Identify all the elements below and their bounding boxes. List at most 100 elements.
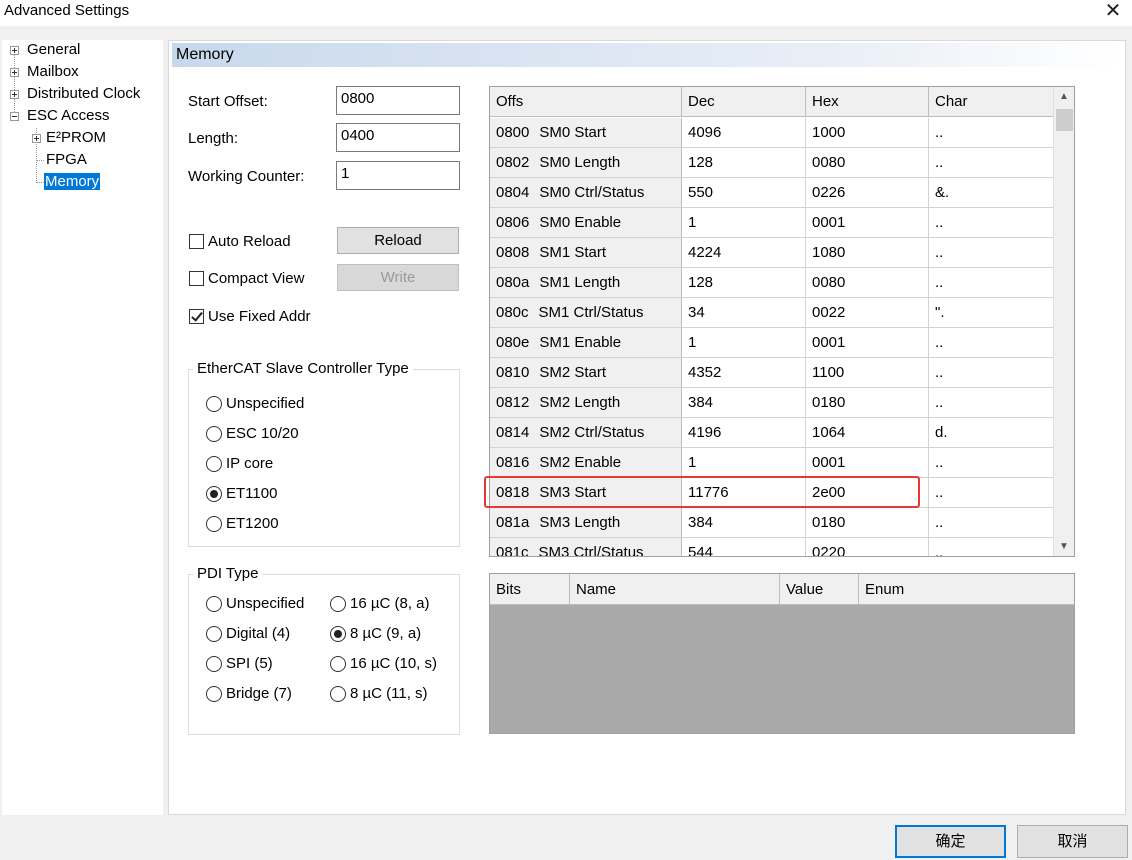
cell-char[interactable]: ". bbox=[929, 298, 1054, 328]
radio-label[interactable]: Unspecified bbox=[226, 395, 304, 412]
radio-pdi-spi[interactable] bbox=[206, 656, 222, 672]
cell-offs[interactable]: 0800 SM0 Start bbox=[490, 118, 682, 148]
close-icon[interactable]: ✕ bbox=[1102, 0, 1124, 22]
cell-char[interactable]: .. bbox=[929, 268, 1054, 298]
collapse-icon[interactable] bbox=[10, 112, 19, 121]
cell-dec[interactable]: 384 bbox=[682, 508, 806, 538]
tree-item-eeprom[interactable]: E²PROM bbox=[46, 128, 106, 148]
cell-dec[interactable]: 384 bbox=[682, 388, 806, 418]
radio-label[interactable]: IP core bbox=[226, 455, 273, 472]
cell-char[interactable]: &. bbox=[929, 178, 1054, 208]
cell-char[interactable]: .. bbox=[929, 238, 1054, 268]
cell-hex[interactable]: 1080 bbox=[806, 238, 929, 268]
cell-dec[interactable]: 550 bbox=[682, 178, 806, 208]
cell-dec[interactable]: 4096 bbox=[682, 118, 806, 148]
scroll-thumb[interactable] bbox=[1056, 109, 1073, 131]
cell-char[interactable]: .. bbox=[929, 148, 1054, 178]
cell-dec[interactable]: 1 bbox=[682, 448, 806, 478]
ok-button[interactable]: 确定 bbox=[895, 825, 1006, 858]
start-offset-input[interactable]: 0800 bbox=[336, 86, 460, 115]
tree-item-esc-access[interactable]: ESC Access bbox=[27, 106, 110, 126]
cell-offs[interactable]: 081c SM3 Ctrl/Status bbox=[490, 538, 682, 556]
radio-label[interactable]: Digital (4) bbox=[226, 625, 290, 642]
cell-hex[interactable]: 0226 bbox=[806, 178, 929, 208]
cell-char[interactable]: .. bbox=[929, 508, 1054, 538]
tree-item-fpga[interactable]: FPGA bbox=[46, 150, 87, 170]
cell-offs[interactable]: 0816 SM2 Enable bbox=[490, 448, 682, 478]
cell-offs[interactable]: 080a SM1 Length bbox=[490, 268, 682, 298]
radio-esc-unspecified[interactable] bbox=[206, 396, 222, 412]
cell-offs[interactable]: 0802 SM0 Length bbox=[490, 148, 682, 178]
cell-dec[interactable]: 4352 bbox=[682, 358, 806, 388]
write-button[interactable]: Write bbox=[337, 264, 459, 291]
cell-hex[interactable]: 0180 bbox=[806, 508, 929, 538]
cell-offs[interactable]: 080c SM1 Ctrl/Status bbox=[490, 298, 682, 328]
expand-icon[interactable] bbox=[10, 68, 19, 77]
tree-item-memory[interactable]: Memory bbox=[44, 172, 101, 192]
cell-hex[interactable]: 0001 bbox=[806, 208, 929, 238]
cell-hex[interactable]: 1000 bbox=[806, 118, 929, 148]
use-fixed-addr-label[interactable]: Use Fixed Addr bbox=[208, 308, 311, 325]
cell-offs[interactable]: 0804 SM0 Ctrl/Status bbox=[490, 178, 682, 208]
auto-reload-label[interactable]: Auto Reload bbox=[208, 233, 291, 250]
cell-hex[interactable]: 0080 bbox=[806, 148, 929, 178]
radio-label[interactable]: 8 µC (11, s) bbox=[350, 685, 428, 702]
radio-et1100[interactable] bbox=[206, 486, 222, 502]
cell-hex[interactable]: 0180 bbox=[806, 388, 929, 418]
column-header-dec[interactable]: Dec bbox=[682, 87, 806, 117]
tree-item-general[interactable]: General bbox=[27, 40, 80, 60]
use-fixed-addr-checkbox[interactable] bbox=[189, 309, 204, 324]
cell-offs[interactable]: 081a SM3 Length bbox=[490, 508, 682, 538]
tree-item-distributed-clock[interactable]: Distributed Clock bbox=[27, 84, 140, 104]
working-counter-field[interactable]: 1 bbox=[336, 161, 460, 190]
radio-esc-10-20[interactable] bbox=[206, 426, 222, 442]
radio-label[interactable]: 16 µC (8, a) bbox=[350, 595, 430, 612]
compact-view-label[interactable]: Compact View bbox=[208, 270, 304, 287]
cell-dec[interactable]: 4196 bbox=[682, 418, 806, 448]
radio-label[interactable]: SPI (5) bbox=[226, 655, 273, 672]
cell-hex[interactable]: 0001 bbox=[806, 328, 929, 358]
cell-hex[interactable]: 0022 bbox=[806, 298, 929, 328]
cell-hex[interactable]: 0220 bbox=[806, 538, 929, 556]
reload-button[interactable]: Reload bbox=[337, 227, 459, 254]
compact-view-checkbox[interactable] bbox=[189, 271, 204, 286]
cell-char[interactable]: .. bbox=[929, 478, 1054, 508]
radio-pdi-unspecified[interactable] bbox=[206, 596, 222, 612]
cell-offs[interactable]: 0806 SM0 Enable bbox=[490, 208, 682, 238]
expand-icon[interactable] bbox=[10, 90, 19, 99]
cell-dec[interactable]: 128 bbox=[682, 148, 806, 178]
radio-et1200[interactable] bbox=[206, 516, 222, 532]
column-header-bits[interactable]: Bits bbox=[490, 574, 570, 605]
radio-pdi-digital[interactable] bbox=[206, 626, 222, 642]
column-header-enum[interactable]: Enum bbox=[859, 574, 1074, 605]
cell-char[interactable]: .. bbox=[929, 328, 1054, 358]
cell-dec[interactable]: 4224 bbox=[682, 238, 806, 268]
cell-offs[interactable]: 0810 SM2 Start bbox=[490, 358, 682, 388]
radio-label[interactable]: ET1200 bbox=[226, 515, 279, 532]
length-input[interactable]: 0400 bbox=[336, 123, 460, 152]
column-header-hex[interactable]: Hex bbox=[806, 87, 929, 117]
cell-char[interactable]: .. bbox=[929, 118, 1054, 148]
cell-offs[interactable]: 0808 SM1 Start bbox=[490, 238, 682, 268]
cell-hex[interactable]: 1100 bbox=[806, 358, 929, 388]
cell-dec[interactable]: 1 bbox=[682, 328, 806, 358]
radio-label[interactable]: 16 µC (10, s) bbox=[350, 655, 437, 672]
radio-label[interactable]: 8 µC (9, a) bbox=[350, 625, 421, 642]
cell-dec[interactable]: 34 bbox=[682, 298, 806, 328]
cell-dec[interactable]: 1 bbox=[682, 208, 806, 238]
cell-hex[interactable]: 0080 bbox=[806, 268, 929, 298]
cell-offs[interactable]: 0814 SM2 Ctrl/Status bbox=[490, 418, 682, 448]
column-header-name[interactable]: Name bbox=[570, 574, 780, 605]
radio-pdi-bridge[interactable] bbox=[206, 686, 222, 702]
cell-hex[interactable]: 1064 bbox=[806, 418, 929, 448]
cell-offs[interactable]: 080e SM1 Enable bbox=[490, 328, 682, 358]
cell-char[interactable]: .. bbox=[929, 538, 1054, 556]
auto-reload-checkbox[interactable] bbox=[189, 234, 204, 249]
tree-item-mailbox[interactable]: Mailbox bbox=[27, 62, 79, 82]
radio-label[interactable]: ET1100 bbox=[226, 485, 277, 502]
cell-offs[interactable]: 0812 SM2 Length bbox=[490, 388, 682, 418]
expand-icon[interactable] bbox=[32, 134, 41, 143]
column-header-value[interactable]: Value bbox=[780, 574, 859, 605]
column-header-char[interactable]: Char bbox=[929, 87, 1054, 117]
radio-pdi-8uc-9a[interactable] bbox=[330, 626, 346, 642]
